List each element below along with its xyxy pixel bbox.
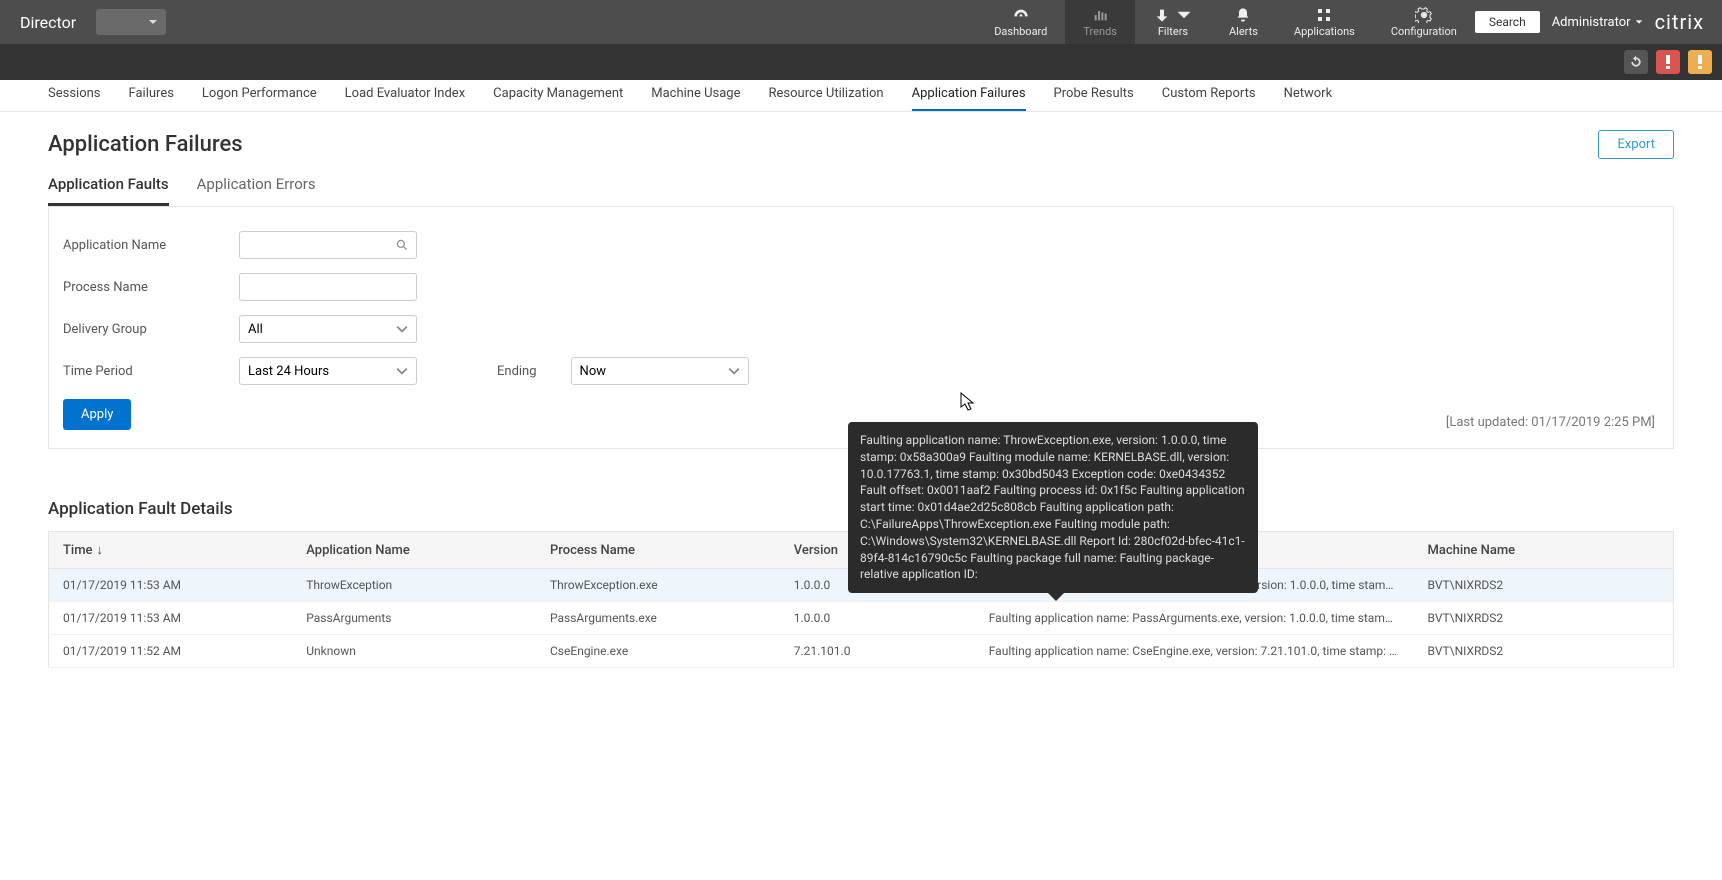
nav-filters[interactable]: Filters [1135,0,1211,44]
cell-time: 01/17/2019 11:53 AM [49,602,293,635]
cell-proc: CseEngine.exe [536,635,780,668]
col-machine-name[interactable]: Machine Name [1414,532,1674,569]
cell-time: 01/17/2019 11:52 AM [49,635,293,668]
chevron-down-icon [728,365,740,377]
cell-desc: Faulting application name: CseEngine.exe… [975,635,1414,668]
tabs-bar: Sessions Failures Logon Performance Load… [0,80,1722,112]
select-time-period[interactable]: Last 24 Hours [239,357,417,385]
label-app-name: Application Name [63,238,239,253]
page-title: Application Failures [48,132,243,157]
cell-desc: Faulting application name: PassArguments… [975,602,1414,635]
select-delivery-group[interactable]: All [239,315,417,343]
nav-trends[interactable]: Trends [1065,0,1135,44]
tab-resource-util[interactable]: Resource Utilization [769,86,884,111]
chevron-down-icon [396,323,408,335]
sub-header [0,44,1722,80]
filter-icon [1153,7,1171,23]
tab-sessions[interactable]: Sessions [48,86,101,111]
label-process-name: Process Name [63,280,239,295]
top-nav: Dashboard Trends Filters Alerts Applicat… [976,0,1722,44]
context-dropdown[interactable] [96,9,166,35]
cell-mach: BVT\NIXRDS2 [1414,569,1674,602]
tab-capacity[interactable]: Capacity Management [493,86,623,111]
page-content: Application Failures Export Application … [0,112,1722,686]
refresh-button[interactable] [1624,50,1648,74]
nav-configuration[interactable]: Configuration [1373,0,1475,44]
apps-icon [1315,7,1333,23]
chevron-down-icon [148,17,158,27]
search-button[interactable]: Search [1475,11,1540,33]
cell-app: Unknown [292,635,536,668]
app-name: Director [0,13,96,32]
page-header: Application Failures Export [48,130,1674,159]
nav-alerts[interactable]: Alerts [1211,0,1276,44]
cell-proc: PassArguments.exe [536,602,780,635]
warning-alert-badge[interactable] [1688,50,1712,74]
chevron-down-icon [396,365,408,377]
cell-mach: BVT\NIXRDS2 [1414,602,1674,635]
label-delivery-group: Delivery Group [63,322,239,337]
tab-custom-reports[interactable]: Custom Reports [1162,86,1256,111]
input-app-name[interactable] [239,231,417,259]
description-tooltip: Faulting application name: ThrowExceptio… [848,422,1258,593]
chevron-down-icon [1635,18,1643,26]
label-ending: Ending [497,364,537,379]
tab-network[interactable]: Network [1284,86,1333,111]
export-button[interactable]: Export [1598,130,1674,159]
tab-load-evaluator[interactable]: Load Evaluator Index [345,86,466,111]
col-time[interactable]: Time↓ [49,532,293,569]
table-row[interactable]: 01/17/2019 11:52 AM Unknown CseEngine.ex… [49,635,1674,668]
cell-app: PassArguments [292,602,536,635]
tab-logon-performance[interactable]: Logon Performance [202,86,317,111]
admin-menu[interactable]: Administrator [1552,15,1643,30]
tab-app-failures[interactable]: Application Failures [912,86,1026,111]
cell-time: 01/17/2019 11:53 AM [49,569,293,602]
col-app-name[interactable]: Application Name [292,532,536,569]
sub-tabs: Application Faults Application Errors [48,175,1674,207]
exclaim-icon [1666,55,1670,69]
gauge-icon [1012,7,1030,23]
subtab-faults[interactable]: Application Faults [48,175,169,206]
nav-applications[interactable]: Applications [1276,0,1373,44]
subtab-errors[interactable]: Application Errors [197,175,316,206]
sort-down-icon: ↓ [97,542,104,558]
chevron-down-icon [1175,7,1193,23]
cell-mach: BVT\NIXRDS2 [1414,635,1674,668]
top-header: Director Dashboard Trends Filters Alerts… [0,0,1722,44]
tab-machine-usage[interactable]: Machine Usage [651,86,740,111]
apply-button[interactable]: Apply [63,399,131,430]
bell-icon [1234,7,1252,23]
input-process-name[interactable] [239,273,417,301]
top-right: Search Administrator citrix [1475,10,1722,34]
table-row[interactable]: 01/17/2019 11:53 AM PassArguments PassAr… [49,602,1674,635]
critical-alert-badge[interactable] [1656,50,1680,74]
cell-ver: 1.0.0.0 [780,602,975,635]
tab-failures[interactable]: Failures [129,86,174,111]
cell-app: ThrowException [292,569,536,602]
label-time-period: Time Period [63,364,239,379]
col-process-name[interactable]: Process Name [536,532,780,569]
gear-icon [1415,7,1433,23]
cell-proc: ThrowException.exe [536,569,780,602]
select-ending[interactable]: Now [571,357,749,385]
exclaim-icon [1698,55,1702,69]
filter-panel: Application Name Process Name Delivery G… [48,207,1674,449]
nav-dashboard[interactable]: Dashboard [976,0,1065,44]
brand-logo: citrix [1655,10,1712,34]
tab-probe-results[interactable]: Probe Results [1054,86,1134,111]
chart-icon [1091,7,1109,23]
refresh-icon [1629,55,1643,69]
cell-ver: 7.21.101.0 [780,635,975,668]
last-updated-text: [Last updated: 01/17/2019 2:25 PM] [1446,415,1655,430]
search-icon [395,238,409,252]
